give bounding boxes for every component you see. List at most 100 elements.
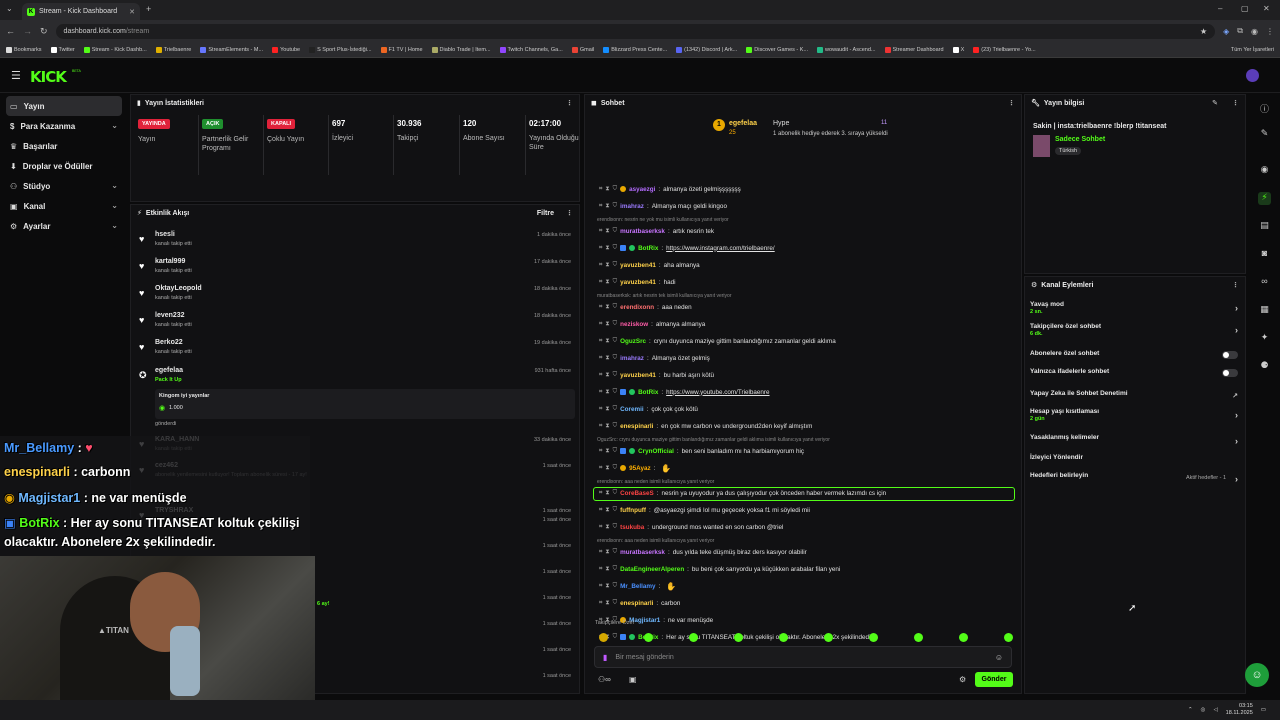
support-chat-icon[interactable]: ☺ [1245, 663, 1269, 687]
shield-icon[interactable]: ⛉ [613, 389, 618, 396]
shield-icon[interactable]: ⛉ [613, 465, 618, 472]
shield-icon[interactable]: ⛉ [613, 321, 618, 328]
feed-menu-icon[interactable]: ⋮ [566, 209, 573, 217]
chat-message[interactable]: ⌗ ⧗ ⛉ fuffnpuff: @asyaezgi şimdi lol mu geçe… [599, 504, 1013, 516]
timeout-icon[interactable]: ⧗ [605, 262, 609, 269]
chat-message[interactable]: ⌗ ⧗ ⛉ yavuzben41: bu harbi aşırı kötü [599, 369, 1013, 381]
timeout-icon[interactable]: ⧗ [605, 203, 609, 210]
timeout-icon[interactable]: ⧗ [605, 186, 609, 193]
chat-username[interactable]: fuffnpuff [620, 507, 646, 514]
chat-message[interactable]: ⌗ ⧗ ⛉ erendixonn: aaa neden [599, 301, 1013, 313]
chat-username[interactable]: CoreBaseS [620, 490, 654, 497]
feed-user-name[interactable]: leven232 [155, 312, 185, 319]
timeout-icon[interactable]: ⧗ [605, 355, 609, 362]
bookmark-item[interactable]: Youtube [272, 46, 300, 53]
chat-message[interactable]: ⌗ ⧗ ⛉ muratbaserksk: artık nesrin tek [599, 225, 1013, 237]
stats-menu-icon[interactable]: ⋮ [566, 99, 573, 107]
info-icon[interactable]: ⓘ [1258, 102, 1271, 115]
chat-message[interactable]: ⌗ ⧗ ⛉ enespinarli: carbon [599, 597, 1013, 609]
sidebar-item-2[interactable]: ♛ Başarılar [0, 136, 128, 156]
sidebar-item-5[interactable]: ▣ Kanal ⌄ [0, 196, 128, 216]
maximize-icon[interactable]: ▢ [1241, 4, 1249, 13]
emote-icon[interactable] [599, 633, 608, 642]
chat-username[interactable]: DataEngineerAlperen [620, 566, 684, 573]
users-icon[interactable]: ⚈ [1258, 360, 1271, 373]
shield-icon[interactable]: ⛉ [613, 524, 618, 531]
feed-item[interactable]: ♥ OktayLeopold kanalı takip etti 18 dakika … [139, 283, 577, 309]
shield-icon[interactable]: ⛉ [613, 228, 618, 235]
bookmark-star-icon[interactable]: ★ [1200, 27, 1207, 36]
browser-tab[interactable]: K Stream - Kick Dashboard ✕ [22, 3, 140, 20]
bookmark-item[interactable]: (1342) Discord | Ark... [676, 46, 737, 53]
emote-icon[interactable] [959, 633, 968, 642]
bookmark-item[interactable]: (23) Trielbaenre - Yo... [973, 46, 1036, 53]
pin-icon[interactable]: ⌗ [599, 262, 602, 269]
pin-icon[interactable]: ⌗ [599, 355, 602, 362]
chat-username[interactable]: muratbaserksk [620, 228, 665, 235]
extension-icon[interactable]: ◈ [1223, 27, 1229, 36]
shield-icon[interactable]: ⛉ [613, 490, 618, 497]
minimize-icon[interactable]: – [1218, 4, 1222, 13]
send-button[interactable]: Gönder [975, 672, 1013, 687]
sidebar-item-1[interactable]: $ Para Kazanma ⌄ [0, 116, 128, 136]
mic-icon[interactable]: ▮ [603, 653, 607, 662]
pin-icon[interactable]: ⌗ [599, 566, 602, 573]
chat-message[interactable]: ⌗ ⧗ ⛉ imahraz: Almanya maçı geldi kingoo [599, 200, 1013, 212]
bookmark-item[interactable]: Stream - Kick Dashb... [83, 46, 147, 53]
tray-chevron-icon[interactable]: ⌃ [1188, 707, 1193, 713]
pin-icon[interactable]: ⌗ [599, 423, 602, 430]
all-bookmarks-button[interactable]: Tüm Yer İşaretleri [1231, 47, 1274, 53]
feed-user-name[interactable]: egefelaa [155, 367, 183, 374]
shield-icon[interactable]: ⛉ [613, 634, 618, 641]
bookmark-item[interactable]: wowaudit - Ascend... [817, 46, 876, 53]
emote-icon[interactable] [824, 633, 833, 642]
wrench-tool-icon[interactable]: ✦ [1258, 332, 1271, 345]
notification-icon[interactable]: ▭ [1261, 707, 1266, 713]
pinned-user[interactable]: egefelaa [729, 120, 757, 127]
action-row[interactable]: Takipçilere özel sohbet 6 dk. › [1030, 323, 1242, 343]
action-row[interactable]: Abonelere özel sohbet [1030, 350, 1242, 370]
bookmark-item[interactable]: Trielbaenre [155, 46, 191, 53]
actions-menu-icon[interactable]: ⋮ [1232, 281, 1239, 289]
bookmark-item[interactable]: S Sport Plus-İstediği... [309, 46, 372, 53]
shield-icon[interactable]: ⛉ [613, 600, 618, 607]
sidebar-item-6[interactable]: ⚙ Ayarlar ⌄ [0, 216, 128, 236]
timeout-icon[interactable]: ⧗ [605, 338, 609, 345]
action-row[interactable]: Hedefleri belirleyin › Aktif hedefler - 1 [1030, 472, 1242, 492]
chat-message[interactable]: ⌗ ⧗ ⛉ Coremii: çok çok çok kötü [599, 403, 1013, 415]
chat-link[interactable]: https://www.youtube.com/Trielbaenre [666, 389, 769, 396]
emote-icon[interactable] [644, 633, 653, 642]
shield-icon[interactable]: ⛉ [613, 406, 618, 413]
new-tab-icon[interactable]: + [146, 4, 151, 14]
chat-message[interactable]: ⌗ ⧗ ⛉ yavuzben41: aha almanya [599, 259, 1013, 271]
chat-message[interactable]: ⌗ ⧗ ⛉ CrynOfficial: ben seni banladım mı ha … [599, 445, 1013, 457]
chevron-right-icon[interactable]: › [1235, 436, 1238, 446]
chat-message[interactable]: ⌗ ⧗ ⛉ imahraz: Almanya özet gelmiş [599, 352, 1013, 364]
feed-user-name[interactable]: Berko22 [155, 339, 183, 346]
grid-icon[interactable]: ▦ [1258, 304, 1271, 317]
chat-message[interactable]: ⌗ ⧗ ⛉ neziskow: almanya almanya [599, 318, 1013, 330]
chat-message[interactable]: ⌗ ⧗ ⛉ BotRix: https://www.youtube.com/Trielb… [599, 386, 1013, 398]
shield-icon[interactable]: ⛉ [613, 423, 618, 430]
chat-username[interactable]: enespinarli [620, 423, 653, 430]
feed-item[interactable]: ♥ Berko22 kanalı takip etti 19 dakika önce [139, 337, 577, 363]
action-row[interactable]: Hesap yaşı kısıtlaması 2 gün › [1030, 408, 1242, 428]
network-icon[interactable]: ◎ [1201, 707, 1206, 713]
external-link-icon[interactable]: ↗ [1232, 392, 1238, 400]
edit-icon[interactable]: ✎ [1258, 128, 1271, 141]
emote-icon[interactable] [734, 633, 743, 642]
chat-message[interactable]: ⌗ ⧗ ⛉ tsukuba: underground mos wanted en son… [599, 521, 1013, 533]
shield-icon[interactable]: ⛉ [613, 245, 618, 252]
emote-icon[interactable] [689, 633, 698, 642]
pin-icon[interactable]: ⌗ [599, 338, 602, 345]
close-tab-icon[interactable]: ✕ [129, 8, 135, 16]
pin-icon[interactable]: ⌗ [599, 549, 602, 556]
action-row[interactable]: Yalnızca ifadelerle sohbet [1030, 368, 1242, 388]
pin-icon[interactable]: ⌗ [599, 524, 602, 531]
chat-message[interactable]: ⌗ ⧗ ⛉ Mr_Bellamy: ✋ [599, 580, 1013, 592]
timeout-icon[interactable]: ⧗ [605, 406, 609, 413]
pin-icon[interactable]: ⌗ [599, 490, 602, 497]
sidebar-item-4[interactable]: ⚇ Stüdyo ⌄ [0, 176, 128, 196]
chat-tool-icon[interactable]: ◙ [1258, 248, 1271, 261]
pin-icon[interactable]: ⌗ [599, 600, 602, 607]
